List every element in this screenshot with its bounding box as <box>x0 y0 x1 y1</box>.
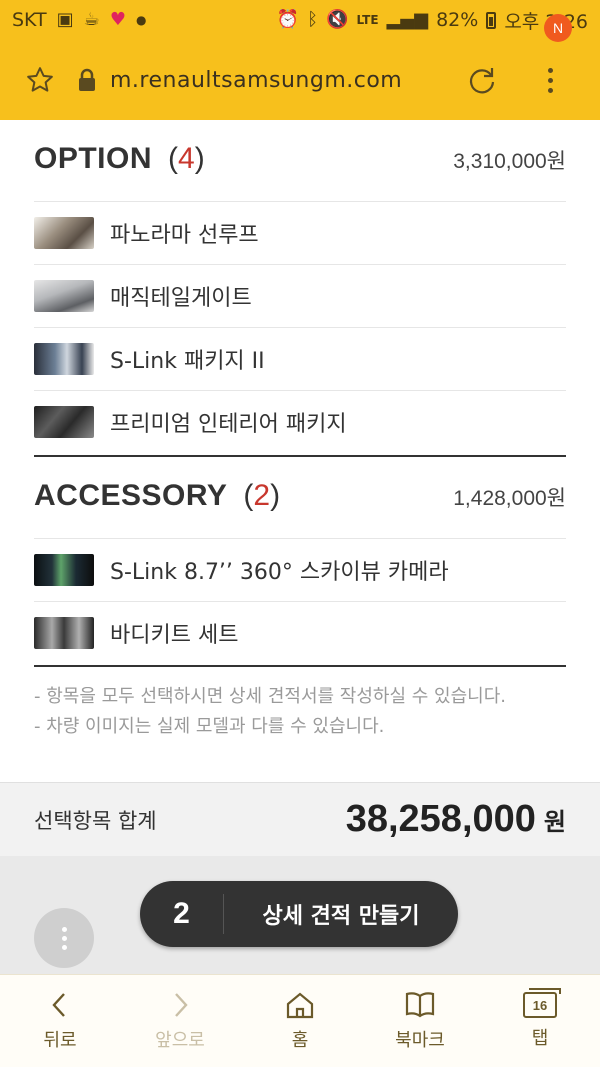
option-count: (4) <box>168 142 205 175</box>
summary-total: 38,258,000 <box>345 798 536 840</box>
mute-icon: 🔇 <box>326 9 349 30</box>
summary-label: 선택항목 합계 <box>34 808 157 833</box>
accessory-total: 1,428,000원 <box>453 487 566 510</box>
accessory-list: S-Link 8.7’’ 360° 스카이뷰 카메라 바디키트 세트 <box>34 538 566 664</box>
battery-icon <box>486 11 497 29</box>
nav-back-label: 뒤로 <box>43 1030 77 1051</box>
nav-home-label: 홈 <box>291 1030 309 1051</box>
note-line: - 항목을 모두 선택하시면 상세 견적서를 작성하실 수 있습니다. <box>34 686 506 707</box>
notification-badge[interactable]: N <box>544 14 572 42</box>
home-icon <box>286 992 314 1019</box>
summary-unit: 원 <box>543 808 566 836</box>
nav-back[interactable]: 뒤로 <box>0 975 120 1067</box>
option-label: 프리미엄 인테리어 패키지 <box>110 412 347 437</box>
section-divider <box>34 455 566 457</box>
accessory-thumbnail <box>34 554 94 586</box>
list-item: 프리미엄 인테리어 패키지 <box>34 390 566 453</box>
browser-toolbar: m.renaultsamsungm.com <box>0 40 600 120</box>
section-divider <box>34 665 566 667</box>
option-label: 매직테일게이트 <box>110 286 252 311</box>
coffee-icon: ☕ <box>83 9 100 30</box>
option-thumbnail <box>34 280 94 312</box>
nav-forward[interactable]: 앞으로 <box>120 975 240 1067</box>
bottom-nav: 뒤로 앞으로 홈 북마크 16 탭 <box>0 974 600 1067</box>
more-menu-icon[interactable] <box>530 60 570 100</box>
nav-bookmark[interactable]: 북마크 <box>360 975 480 1067</box>
dot-icon: ● <box>135 13 147 27</box>
create-quote-button[interactable]: 2 상세 견적 만들기 <box>140 881 458 947</box>
bluetooth-icon: ᛒ <box>307 9 319 30</box>
alarm-icon: ⏰ <box>276 9 300 30</box>
url-field[interactable]: m.renaultsamsungm.com <box>110 68 402 93</box>
nav-tabs-label: 탭 <box>531 1028 549 1049</box>
option-title: OPTION <box>34 142 153 175</box>
notes: - 항목을 모두 선택하시면 상세 견적서를 작성하실 수 있습니다. - 차량… <box>34 682 574 742</box>
reload-icon[interactable] <box>462 60 502 100</box>
cta-area: 2 상세 견적 만들기 <box>0 856 600 974</box>
list-item: 파노라마 선루프 <box>34 201 566 264</box>
accessory-label: S-Link 8.7’’ 360° 스카이뷰 카메라 <box>110 560 449 585</box>
nav-tabs[interactable]: 16 탭 <box>480 975 600 1067</box>
list-item: 바디키트 세트 <box>34 601 566 664</box>
battery-percent: 82% <box>436 9 479 31</box>
tabs-icon: 16 <box>523 988 561 1018</box>
option-section-header: OPTION (4) 3,310,000원 <box>34 142 566 176</box>
book-icon <box>405 992 435 1018</box>
accessory-section-header: ACCESSORY (2) 1,428,000원 <box>34 479 566 513</box>
bookmark-star-icon[interactable] <box>20 60 60 100</box>
status-bar: SKT ▣ ☕ ♥ ● ⏰ ᛒ 🔇 LTE ▂▄▆ 82% 오후 2:26 <box>0 0 600 40</box>
cta-count: 2 <box>140 894 224 934</box>
network-label: LTE <box>356 13 379 27</box>
note-line: - 차량 이미지는 실제 모델과 다를 수 있습니다. <box>34 716 385 737</box>
chevron-left-icon <box>52 993 65 1017</box>
list-item: S-Link 8.7’’ 360° 스카이뷰 카메라 <box>34 538 566 601</box>
accessory-title: ACCESSORY <box>34 479 228 512</box>
option-list: 파노라마 선루프 매직테일게이트 S-Link 패키지 II 프리미엄 인테리어… <box>34 201 566 453</box>
cta-label: 상세 견적 만들기 <box>262 904 420 929</box>
accessory-thumbnail <box>34 617 94 649</box>
option-label: S-Link 패키지 II <box>110 349 265 374</box>
list-item: 매직테일게이트 <box>34 264 566 327</box>
carrier-label: SKT <box>12 9 47 31</box>
heart-icon: ♥ <box>109 9 126 30</box>
lock-icon <box>72 60 102 100</box>
accessory-count: (2) <box>243 479 281 512</box>
signal-icon: ▂▄▆ <box>386 9 429 30</box>
nav-home[interactable]: 홈 <box>240 975 360 1067</box>
floating-menu-button[interactable] <box>34 908 94 968</box>
option-label: 파노라마 선루프 <box>110 223 259 248</box>
list-item: S-Link 패키지 II <box>34 327 566 390</box>
option-thumbnail <box>34 217 94 249</box>
nav-bookmark-label: 북마크 <box>395 1030 445 1051</box>
accessory-label: 바디키트 세트 <box>110 623 239 648</box>
option-thumbnail <box>34 406 94 438</box>
chevron-right-icon <box>175 993 188 1017</box>
nav-forward-label: 앞으로 <box>155 1030 205 1051</box>
option-thumbnail <box>34 343 94 375</box>
summary-bar: 선택항목 합계 38,258,000 원 <box>0 782 600 856</box>
image-icon: ▣ <box>56 9 74 30</box>
option-total: 3,310,000원 <box>453 150 566 173</box>
